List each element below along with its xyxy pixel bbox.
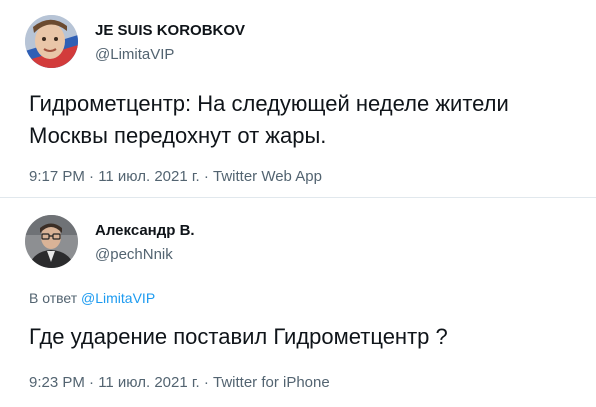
reply-prefix: В ответ bbox=[29, 290, 78, 306]
tweet: Александр В. @pechNnik В ответ @LimitaVI… bbox=[0, 197, 596, 407]
reply-context: В ответ @LimitaVIP bbox=[29, 290, 155, 306]
tweet-text: Гидрометцентр: На следующей неделе жител… bbox=[29, 91, 509, 148]
tweet: JE SUIS KOROBKOV @LimitaVIP Гидрометцент… bbox=[0, 0, 596, 197]
tweet-meta[interactable]: 9:23 PM · 11 июл. 2021 г. · Twitter for … bbox=[29, 374, 330, 391]
tweet-meta[interactable]: 9:17 PM · 11 июл. 2021 г. · Twitter Web … bbox=[29, 168, 322, 185]
author-handle[interactable]: @LimitaVIP bbox=[95, 46, 174, 63]
author-name[interactable]: JE SUIS KOROBKOV bbox=[95, 22, 245, 39]
author-name[interactable]: Александр В. bbox=[95, 222, 195, 239]
author-avatar[interactable] bbox=[25, 15, 78, 68]
reply-to-handle-link[interactable]: @LimitaVIP bbox=[81, 290, 155, 306]
tweet-text: Где ударение поставил Гидрометцентр ? bbox=[29, 324, 448, 349]
author-handle[interactable]: @pechNnik bbox=[95, 246, 173, 263]
avatar-photo-icon bbox=[25, 15, 78, 68]
avatar-photo-icon bbox=[25, 215, 78, 268]
author-avatar[interactable] bbox=[25, 215, 78, 268]
